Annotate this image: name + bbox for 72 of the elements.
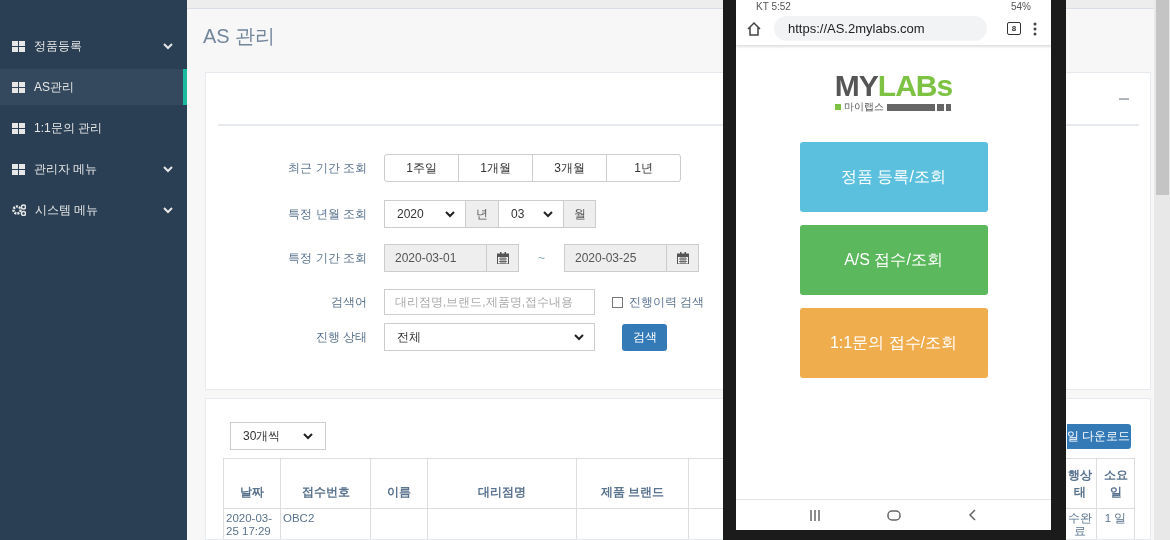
period-button[interactable]: 1개월 [458,154,533,182]
battery-level: 54% [1011,0,1031,12]
year-unit-label: 년 [465,200,499,228]
chevron-down-icon [163,165,173,173]
home-button-icon [887,509,901,521]
recent-apps-icon [809,509,820,521]
sidebar-item-label: 시스템 메뉴 [35,201,100,219]
calendar-icon [496,252,509,264]
calendar-button[interactable] [486,244,519,272]
grid-icon [12,81,25,93]
column-header: 이름 [370,458,428,509]
column-header: 날짜 [223,458,281,509]
month-select[interactable]: 03 [498,200,564,228]
sidebar-item-label: 정품등록 [34,37,83,55]
range-separator: ~ [537,251,546,265]
field-label: 진행 상태 [314,328,367,346]
address-bar[interactable]: https://AS.2mylabs.com [774,16,987,41]
page-size-select[interactable]: 30개씩 [230,422,326,450]
sidebar-item[interactable]: 시스템 메뉴 [0,192,187,228]
more-icon [1033,21,1037,36]
period-button[interactable]: 1년 [606,154,681,182]
sidebar-item-label: 1:1문의 관리 [34,119,103,137]
chevron-down-icon [163,42,173,50]
page-title: AS 관리 [202,24,276,49]
table-cell: 2020-03-25 17:29 [223,508,281,539]
logo-wordmark: MYLABs [834,73,953,99]
chevron-down-icon [445,210,455,218]
chevron-down-icon [163,206,173,214]
tab-count[interactable]: 8 [1007,22,1021,35]
sidebar-item[interactable]: 관리자 메뉴 [0,151,187,187]
table-cell: OBC2 [280,508,371,539]
download-button[interactable]: 일 다운로드 [1067,423,1131,449]
field-label: 특정 년월 조회 [287,205,367,223]
carrier-time: KT 5:52 [756,0,791,12]
month-unit-label: 월 [563,200,596,228]
field-label: 검색어 [330,293,367,311]
date-field[interactable]: 2020-03-25 [564,244,667,272]
field-label: 최근 기간 조회 [287,159,367,177]
year-select[interactable]: 2020 [384,200,466,228]
checkbox-label: 진행이력 검색 [629,293,705,311]
sidebar-item[interactable]: AS관리 [0,69,187,105]
calendar-button[interactable] [666,244,699,272]
chevron-down-icon [303,432,313,440]
back-icon [968,509,978,521]
chevron-down-icon [543,210,553,218]
keyword-field[interactable]: 대리점명,브랜드,제품명,접수내용 [384,289,595,315]
sidebar-item-label: 관리자 메뉴 [34,160,99,178]
sidebar-item[interactable]: 정품등록 [0,28,187,64]
period-button[interactable]: 3개월 [532,154,607,182]
field-label: 특정 기간 조회 [287,249,367,267]
column-header: 제품 브랜드 [576,458,689,509]
gears-icon [12,204,26,216]
column-header: 접수번호 [280,458,371,509]
scrollbar[interactable] [1154,0,1170,540]
sidebar-item[interactable]: 1:1문의 관리 [0,110,187,146]
checkbox[interactable] [612,296,623,308]
date-field[interactable]: 2020-03-01 [384,244,487,272]
grid-icon [12,163,25,175]
period-button[interactable]: 1주일 [384,154,459,182]
column-header: 소요일 [1096,458,1135,509]
chevron-down-icon [574,333,584,341]
status-select[interactable]: 전체 [384,323,595,351]
logo-bar-drawing [886,103,951,111]
logo-square-icon [834,104,841,110]
grid-icon [12,40,25,52]
column-header: 대리점명 [427,458,577,509]
grid-icon [12,122,25,134]
sidebar-item-label: AS관리 [34,78,75,96]
calendar-icon [676,252,689,264]
search-button[interactable]: 검색 [622,323,667,351]
logo-subtitle: 마이랩스 [843,100,884,114]
home-icon [746,21,762,36]
